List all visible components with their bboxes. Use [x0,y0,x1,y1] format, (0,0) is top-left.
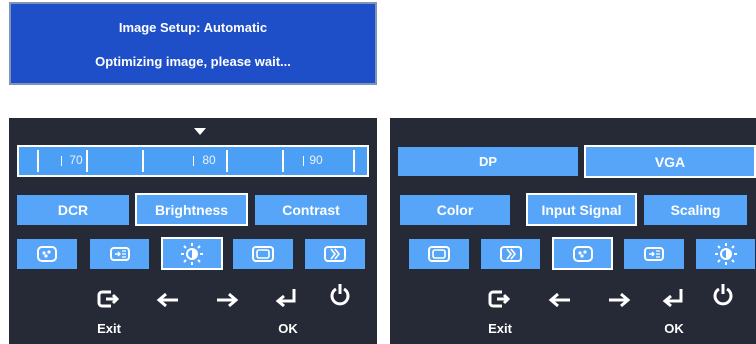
exit-icon[interactable] [96,288,122,310]
ok-label: OK [278,321,298,336]
power-icon[interactable] [710,282,736,308]
slider-tick [37,150,39,172]
exit-icon[interactable] [487,288,513,310]
slider-tick-label-90: 90 [309,153,323,167]
dcr-button[interactable]: DCR [17,195,129,225]
input-dp-button[interactable]: DP [398,147,578,176]
brightness-icon [181,242,203,265]
image-setup-status-box: Image Setup: Automatic Optimizing image,… [9,2,377,85]
color-button[interactable]: Color [400,195,510,225]
contrast-icon-button[interactable] [305,239,365,269]
power-icon[interactable] [327,282,353,308]
brightness-icon-button[interactable] [696,239,755,269]
slider-tick-label-80: 80 [202,153,216,167]
slider-pointer-icon [194,128,206,135]
slider-tick [142,150,144,172]
color-icon [37,246,57,262]
arrow-right-icon[interactable] [214,290,240,310]
enter-icon[interactable] [660,286,686,310]
brightness-icon [714,243,737,265]
scaling-button[interactable]: Scaling [644,195,747,225]
exit-label: Exit [97,321,121,336]
status-title: Image Setup: Automatic [118,20,268,35]
color-icon-button[interactable] [552,237,613,270]
input-signal-button[interactable]: Input Signal [526,193,637,226]
brightness-slider[interactable]: 70 80 90 [17,145,369,177]
status-message: Optimizing image, please wait... [95,54,291,69]
slider-minor-tick [193,156,194,166]
ok-label: OK [664,321,684,336]
contrast-icon-button[interactable] [481,239,540,269]
slider-tick [353,150,355,172]
slider-tick [226,150,228,172]
input-signal-icon-button[interactable] [90,239,149,269]
input-signal-icon [644,247,664,261]
scaling-icon [428,246,450,262]
osd-panel-input-signal: DP VGA Color Input Signal Scaling Exit O… [390,118,756,344]
enter-icon[interactable] [273,286,299,310]
color-icon-button[interactable] [17,239,77,269]
contrast-icon [499,246,522,262]
input-vga-button[interactable]: VGA [584,145,756,178]
scaling-icon [252,246,274,262]
slider-tick [86,150,88,172]
exit-label: Exit [488,321,512,336]
osd-panel-brightness: 70 80 90 DCR Brightness Contrast Exit OK [9,118,377,344]
slider-tick-label-70: 70 [69,153,83,167]
arrow-left-icon[interactable] [155,290,181,310]
scaling-icon-button[interactable] [233,239,293,269]
brightness-button[interactable]: Brightness [135,193,248,226]
scaling-icon-button[interactable] [409,239,469,269]
slider-minor-tick [61,156,62,166]
contrast-icon [324,246,346,262]
color-icon [572,245,593,262]
input-signal-icon-button[interactable] [624,239,684,269]
slider-minor-tick [303,156,304,166]
slider-tick [282,150,284,172]
input-signal-icon [109,247,130,261]
arrow-left-icon[interactable] [547,290,573,310]
arrow-right-icon[interactable] [606,290,632,310]
brightness-icon-button[interactable] [161,237,223,270]
contrast-button[interactable]: Contrast [255,195,367,225]
